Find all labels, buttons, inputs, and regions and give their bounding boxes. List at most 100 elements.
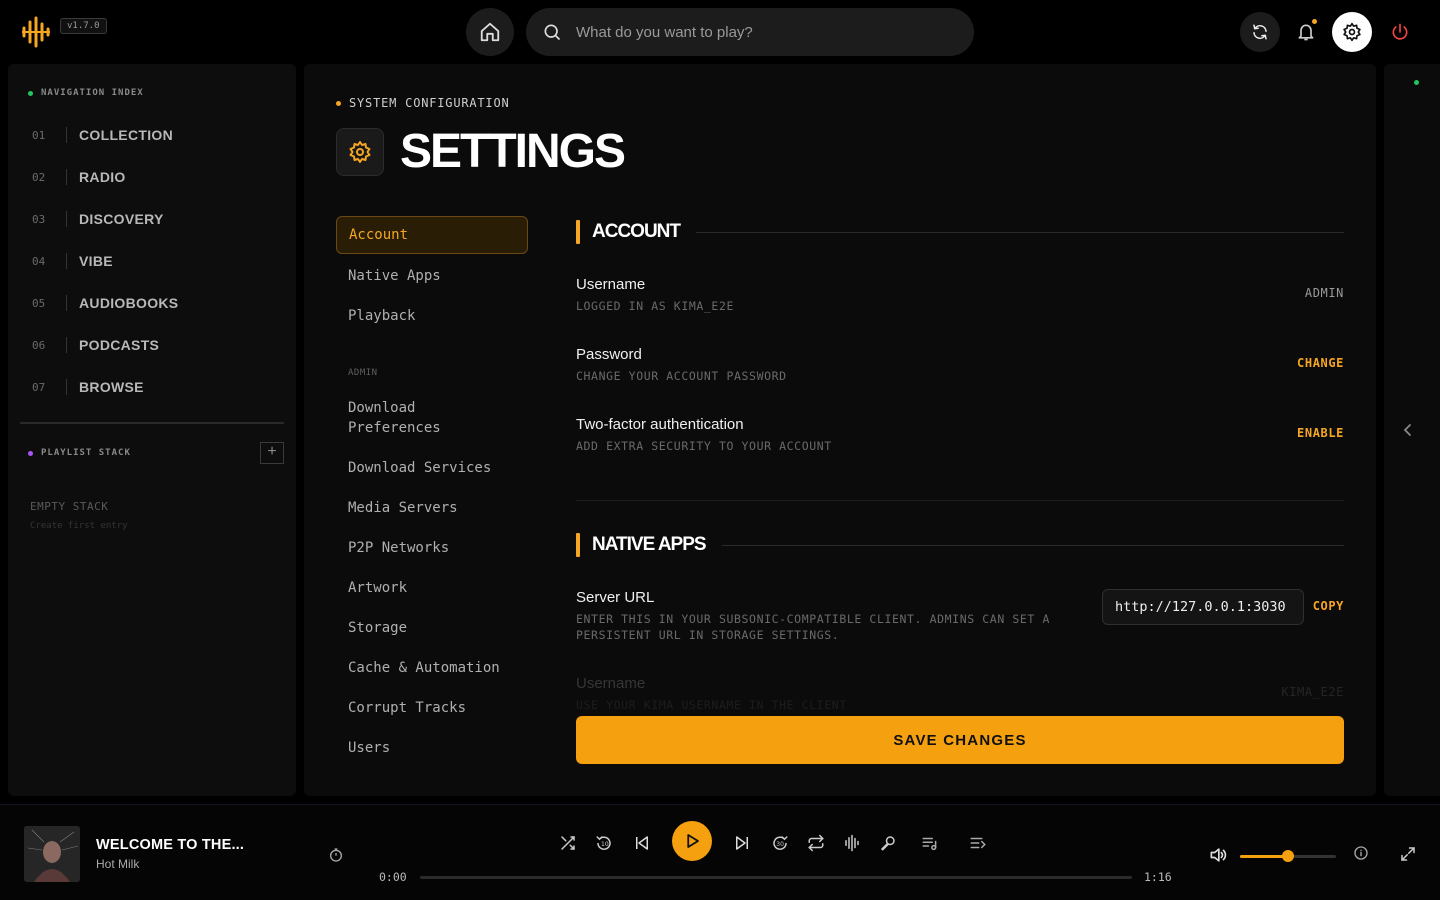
- skip-back-icon: [636, 836, 648, 850]
- sidebar-item-audiobooks[interactable]: 05 AUDIOBOOKS: [32, 282, 282, 324]
- status-dot: [28, 90, 33, 96]
- album-art-image: [24, 826, 80, 882]
- sidebar-item-podcasts[interactable]: 06 PODCASTS: [32, 324, 282, 366]
- nav-label: AUDIOBOOKS: [79, 295, 179, 311]
- subnav-playback[interactable]: Playback: [336, 296, 528, 336]
- nav-separator: [66, 253, 67, 269]
- info-icon: [1354, 846, 1368, 860]
- subnav-cache-automation[interactable]: Cache & Automation: [336, 648, 528, 688]
- server-url-field[interactable]: http://127.0.0.1:3030: [1102, 589, 1304, 625]
- volume-icon: [1210, 848, 1227, 862]
- change-password-button[interactable]: CHANGE: [1297, 356, 1344, 370]
- logout-button[interactable]: [1380, 12, 1420, 52]
- setting-description: ENTER THIS IN YOUR SUBSONIC-COMPATIBLE C…: [576, 612, 1050, 642]
- volume-fill: [1240, 855, 1288, 858]
- settings-title-icon: [336, 128, 384, 176]
- setting-description: USE YOUR KIMA USERNAME IN THE CLIENT: [576, 698, 847, 712]
- subnav-native-apps[interactable]: Native Apps: [336, 256, 528, 296]
- track-artist[interactable]: Hot Milk: [96, 857, 139, 871]
- settings-subnav: Account Native Apps Playback ADMIN Downl…: [336, 216, 528, 768]
- rewind-10-button[interactable]: 10: [594, 833, 614, 853]
- nav-separator: [66, 337, 67, 353]
- waveform-icon: [845, 834, 859, 852]
- track-title[interactable]: WELCOME TO THE...: [96, 837, 244, 853]
- subnav-corrupt-tracks[interactable]: Corrupt Tracks: [336, 688, 528, 728]
- timer-icon: [330, 848, 342, 862]
- subnav-group-admin: ADMIN: [348, 368, 378, 378]
- notifications-button[interactable]: [1286, 12, 1326, 52]
- section-title: NATIVE APPS: [592, 534, 707, 555]
- search-icon: [544, 24, 561, 41]
- app-logo-icon[interactable]: [20, 16, 52, 48]
- setting-title: Password: [576, 346, 642, 363]
- visualizer-button[interactable]: [842, 833, 862, 853]
- album-art[interactable]: [24, 826, 80, 882]
- eyebrow-label: SYSTEM CONFIGURATION: [349, 96, 510, 110]
- sidebar-item-radio[interactable]: 02 RADIO: [32, 156, 282, 198]
- add-playlist-button[interactable]: +: [260, 442, 284, 464]
- playlist-header: PLAYLIST STACK: [28, 448, 131, 458]
- settings-button[interactable]: [1332, 12, 1372, 52]
- fullscreen-button[interactable]: [1399, 845, 1417, 868]
- nav-label: RADIO: [79, 169, 126, 185]
- sidebar-item-collection[interactable]: 01 COLLECTION: [32, 114, 282, 156]
- home-button[interactable]: [466, 8, 514, 56]
- sidebar-item-discovery[interactable]: 03 DISCOVERY: [32, 198, 282, 240]
- section-accent-bar: [576, 533, 580, 557]
- setting-row-username: Username LOGGED IN AS KIMA_E2E ADMIN: [576, 276, 1344, 346]
- section-title: ACCOUNT: [592, 221, 681, 242]
- subnav-users[interactable]: Users: [336, 728, 528, 768]
- nav-separator: [66, 295, 67, 311]
- track-info-button[interactable]: [1353, 845, 1369, 866]
- search-input[interactable]: [576, 23, 936, 41]
- nav-number: 03: [32, 212, 46, 226]
- mute-button[interactable]: [1208, 845, 1228, 870]
- play-button[interactable]: [672, 821, 712, 861]
- subnav-artwork[interactable]: Artwork: [336, 568, 528, 608]
- sidebar-item-vibe[interactable]: 04 VIBE: [32, 240, 282, 282]
- repeat-button[interactable]: [806, 833, 826, 853]
- subnav-download-services[interactable]: Download Services: [336, 448, 528, 488]
- empty-stack-subtitle: Create first entry: [30, 521, 128, 531]
- playlist-add-button[interactable]: [920, 833, 940, 853]
- expand-panel-button[interactable]: [1400, 420, 1416, 440]
- subnav-download-preferences[interactable]: Download Preferences: [336, 388, 528, 448]
- playlist-header-label: PLAYLIST STACK: [41, 448, 131, 458]
- subnav-account[interactable]: Account: [336, 216, 528, 254]
- setting-description: CHANGE YOUR ACCOUNT PASSWORD: [576, 369, 787, 383]
- power-icon: [1392, 23, 1408, 40]
- chevron-left-icon: [1403, 424, 1411, 436]
- enable-2fa-button[interactable]: ENABLE: [1297, 426, 1344, 440]
- rewind-10-icon: 10: [596, 836, 611, 850]
- top-bar: v1.7.0: [0, 0, 1440, 64]
- time-total: 1:16: [1144, 870, 1172, 884]
- forward-30-button[interactable]: 30: [770, 833, 790, 853]
- progress-bar[interactable]: [420, 876, 1132, 879]
- settings-panel: SYSTEM CONFIGURATION SETTINGS Account Na…: [304, 64, 1376, 796]
- sidebar-item-browse[interactable]: 07 BROWSE: [32, 366, 282, 408]
- repeat-icon: [808, 834, 824, 852]
- subnav-p2p-networks[interactable]: P2P Networks: [336, 528, 528, 568]
- search-bar[interactable]: [526, 8, 974, 56]
- setting-row-password: Password CHANGE YOUR ACCOUNT PASSWORD CH…: [576, 346, 1344, 416]
- empty-stack-title: EMPTY STACK: [30, 500, 109, 513]
- eyebrow: SYSTEM CONFIGURATION: [336, 96, 510, 110]
- previous-button[interactable]: [632, 833, 652, 853]
- setting-description: ADD EXTRA SECURITY TO YOUR ACCOUNT: [576, 439, 832, 453]
- expand-icon: [1401, 847, 1415, 861]
- lyrics-button[interactable]: [878, 833, 898, 853]
- save-changes-button[interactable]: SAVE CHANGES: [576, 716, 1344, 764]
- shuffle-button[interactable]: [558, 833, 578, 853]
- bell-icon: [1298, 24, 1314, 41]
- section-accent-bar: [576, 220, 580, 244]
- sleep-timer-button[interactable]: [328, 847, 344, 868]
- subnav-media-servers[interactable]: Media Servers: [336, 488, 528, 528]
- nav-number: 05: [32, 296, 46, 310]
- refresh-icon: [1253, 24, 1267, 40]
- copy-url-button[interactable]: COPY: [1313, 599, 1344, 613]
- queue-button[interactable]: [968, 833, 988, 853]
- next-button[interactable]: [732, 833, 752, 853]
- volume-handle[interactable]: [1282, 850, 1294, 862]
- subnav-storage[interactable]: Storage: [336, 608, 528, 648]
- sync-button[interactable]: [1240, 12, 1280, 52]
